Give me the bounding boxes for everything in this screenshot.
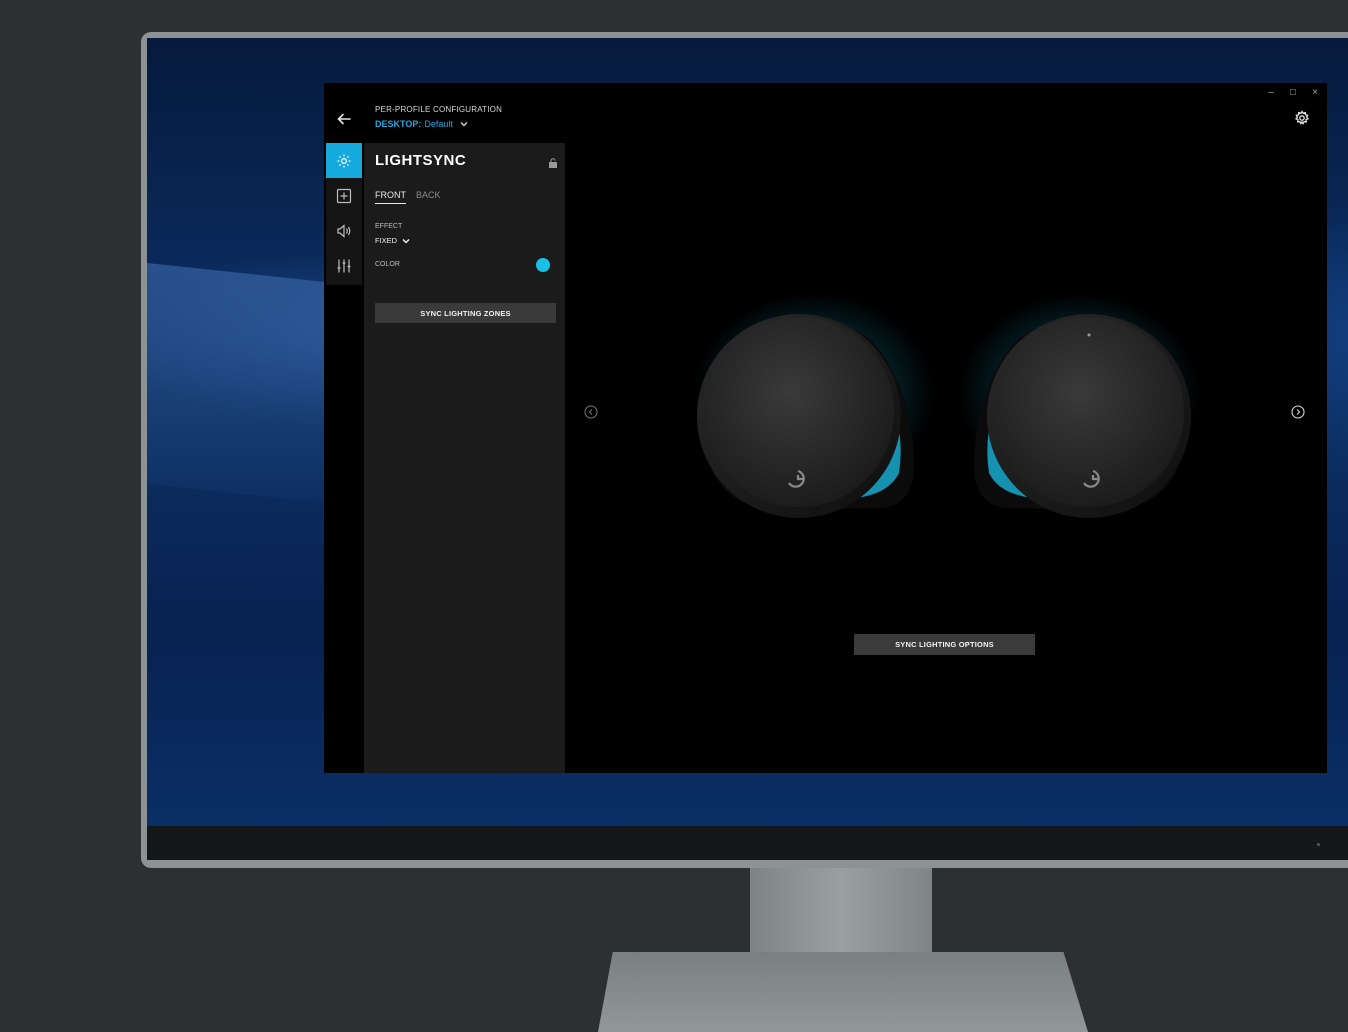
window-controls: – □ × [1265, 87, 1321, 99]
lightsync-sun-icon [337, 154, 351, 167]
effect-dropdown[interactable]: FIXED [375, 236, 410, 245]
previous-device-icon[interactable] [584, 405, 598, 419]
zone-tabs: FRONT BACK [375, 190, 441, 204]
effect-value: FIXED [375, 236, 398, 245]
gear-icon[interactable] [1294, 110, 1310, 126]
sidebar-item-lightsync[interactable] [326, 143, 362, 178]
sync-lighting-options-button[interactable]: SYNC LIGHTING OPTIONS [854, 634, 1035, 655]
feature-sidebar [326, 143, 362, 285]
left-speaker [694, 298, 934, 518]
sidebar-item-equalizer[interactable] [326, 248, 362, 283]
sidebar-item-assignments[interactable] [326, 178, 362, 213]
effect-label: EFFECT [375, 223, 403, 230]
color-swatch[interactable] [536, 258, 550, 272]
next-device-icon[interactable] [1291, 405, 1305, 419]
chevron-down-icon [402, 238, 410, 244]
profile-selector[interactable]: DESKTOP: Default [375, 119, 468, 129]
add-assignment-icon [336, 188, 352, 203]
right-speaker [959, 298, 1199, 518]
back-arrow-icon[interactable] [336, 111, 352, 127]
lightsync-panel: LIGHTSYNC FRONT BACK EFFECT FIXED COLOR … [364, 143, 565, 773]
equalizer-sliders-icon [337, 259, 351, 272]
panel-title: LIGHTSYNC [375, 152, 467, 169]
chevron-down-icon [460, 122, 468, 127]
tab-front[interactable]: FRONT [375, 190, 406, 204]
minimize-button[interactable]: – [1265, 87, 1277, 99]
profile-prefix: DESKTOP: [375, 119, 422, 129]
wallpaper-light-shard [147, 263, 327, 503]
speakers-illustration [694, 298, 1199, 518]
sidebar-item-audio[interactable] [326, 213, 362, 248]
tab-back[interactable]: BACK [416, 190, 441, 204]
speaker-audio-icon [337, 223, 351, 238]
profile-name: Default [424, 119, 453, 129]
maximize-button[interactable]: □ [1287, 87, 1299, 99]
profile-config-title: PER-PROFILE CONFIGURATION [375, 105, 503, 114]
close-button[interactable]: × [1309, 87, 1321, 99]
sync-lighting-zones-button[interactable]: SYNC LIGHTING ZONES [375, 303, 556, 323]
unlock-icon[interactable] [548, 158, 558, 168]
monitor-chin [147, 826, 1348, 860]
ghub-window: – □ × PER-PROFILE CONFIGURATION DESKTOP:… [324, 83, 1327, 773]
power-led [1317, 843, 1320, 846]
monitor-stand-base [598, 952, 1088, 1032]
color-label: COLOR [375, 261, 400, 268]
